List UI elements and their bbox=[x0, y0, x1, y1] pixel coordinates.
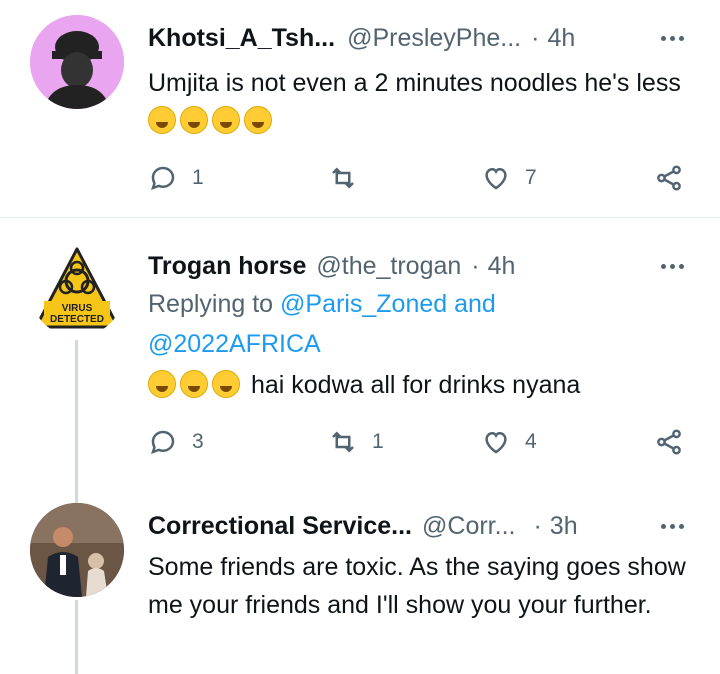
reply-user-link[interactable]: @Paris_Zoned bbox=[280, 290, 447, 318]
tweet-header: Trogan horse @the_trogan · 4h bbox=[148, 248, 690, 284]
author-name[interactable]: Correctional Service... bbox=[148, 512, 412, 541]
retweet-button[interactable]: 1 bbox=[328, 422, 384, 462]
reply-button[interactable]: 1 bbox=[148, 158, 204, 198]
thread-line bbox=[75, 600, 78, 674]
separator-dot: · bbox=[533, 511, 542, 540]
reply-and-text: and bbox=[447, 290, 496, 318]
reply-button[interactable]: 3 bbox=[148, 422, 204, 462]
rofl-emoji-icon bbox=[180, 106, 208, 134]
replying-to: Replying to @Paris_Zoned and @2022AFRICA bbox=[148, 284, 690, 364]
avatar-label-detected: DETECTED bbox=[50, 314, 104, 325]
avatar[interactable]: VIRUS DETECTED bbox=[30, 243, 124, 337]
reply-user-link[interactable]: @2022AFRICA bbox=[148, 330, 321, 358]
reply-count: 1 bbox=[192, 166, 204, 189]
tweet-content: Trogan horse @the_trogan · 4h Replying t… bbox=[148, 248, 690, 404]
more-icon[interactable] bbox=[654, 248, 690, 284]
share-button[interactable] bbox=[654, 422, 684, 462]
replying-to-prefix: Replying to bbox=[148, 290, 281, 318]
more-icon[interactable] bbox=[654, 20, 690, 56]
tweet-content: Khotsi_A_Tsh... @PresleyPhe... · 4h Umji… bbox=[148, 20, 690, 140]
retweet-icon bbox=[332, 167, 354, 189]
share-button[interactable] bbox=[654, 158, 684, 198]
like-count: 4 bbox=[525, 430, 537, 453]
like-button[interactable]: 4 bbox=[481, 422, 537, 462]
share-icon bbox=[657, 165, 681, 191]
tweet-header: Khotsi_A_Tsh... @PresleyPhe... · 4h bbox=[148, 20, 690, 56]
author-name[interactable]: Trogan horse bbox=[148, 252, 306, 281]
retweet-count: 1 bbox=[372, 430, 384, 453]
weary-face-emoji-icon bbox=[148, 370, 176, 398]
tweet-3[interactable]: Correctional Service... @Corr... · 3h So… bbox=[0, 492, 720, 674]
share-icon bbox=[657, 429, 681, 455]
tweet-actions: 3 1 4 bbox=[148, 422, 688, 462]
tweet-1[interactable]: Khotsi_A_Tsh... @PresleyPhe... · 4h Umji… bbox=[0, 0, 720, 218]
rofl-emoji-icon bbox=[212, 106, 240, 134]
rofl-emoji-icon bbox=[148, 106, 176, 134]
avatar[interactable] bbox=[30, 503, 124, 597]
tweet-actions: 1 7 bbox=[148, 158, 688, 198]
emoji-group bbox=[148, 370, 244, 399]
tweet-text: Some friends are toxic. As the saying go… bbox=[148, 553, 686, 619]
avatar[interactable] bbox=[30, 15, 124, 109]
biohazard-warning-icon: VIRUS DETECTED bbox=[30, 243, 124, 337]
author-name[interactable]: Khotsi_A_Tsh... bbox=[148, 24, 335, 53]
tweet-text-body: hai kodwa all for drinks nyana bbox=[250, 371, 581, 399]
timestamp[interactable]: 3h bbox=[550, 512, 578, 541]
more-icon[interactable] bbox=[654, 508, 690, 544]
reply-icon bbox=[151, 430, 175, 455]
separator-dot: · bbox=[531, 23, 540, 52]
tweet-2[interactable]: VIRUS DETECTED Trogan horse @the_trogan … bbox=[0, 218, 720, 492]
thread-line bbox=[75, 340, 78, 492]
weary-face-emoji-icon bbox=[212, 370, 240, 398]
avatar-image bbox=[30, 503, 124, 597]
author-handle[interactable]: @the_trogan bbox=[316, 252, 461, 281]
timestamp[interactable]: 4h bbox=[488, 252, 516, 281]
avatar-label-virus: VIRUS bbox=[62, 303, 93, 314]
retweet-icon bbox=[332, 431, 354, 453]
rofl-emoji-icon bbox=[244, 106, 272, 134]
heart-icon bbox=[485, 431, 507, 454]
emoji-group bbox=[148, 106, 276, 135]
avatar-image bbox=[30, 15, 124, 109]
like-count: 7 bbox=[525, 166, 537, 189]
author-handle[interactable]: @PresleyPhe... bbox=[347, 24, 521, 53]
separator-dot: · bbox=[471, 251, 480, 280]
author-handle[interactable]: @Corr... bbox=[422, 512, 515, 541]
weary-face-emoji-icon bbox=[180, 370, 208, 398]
retweet-button[interactable] bbox=[328, 158, 358, 198]
reply-icon bbox=[151, 166, 175, 191]
tweet-header: Correctional Service... @Corr... · 3h bbox=[148, 508, 690, 544]
tweet-content: Correctional Service... @Corr... · 3h So… bbox=[148, 508, 690, 624]
like-button[interactable]: 7 bbox=[481, 158, 537, 198]
reply-count: 3 bbox=[192, 430, 204, 453]
tweet-text: hai kodwa all for drinks nyana bbox=[148, 366, 690, 404]
tweet-text: Umjita is not even a 2 minutes noodles h… bbox=[148, 64, 690, 140]
tweet-text-body: Umjita is not even a 2 minutes noodles h… bbox=[148, 69, 681, 97]
timestamp[interactable]: 4h bbox=[547, 24, 575, 53]
heart-icon bbox=[485, 167, 507, 190]
